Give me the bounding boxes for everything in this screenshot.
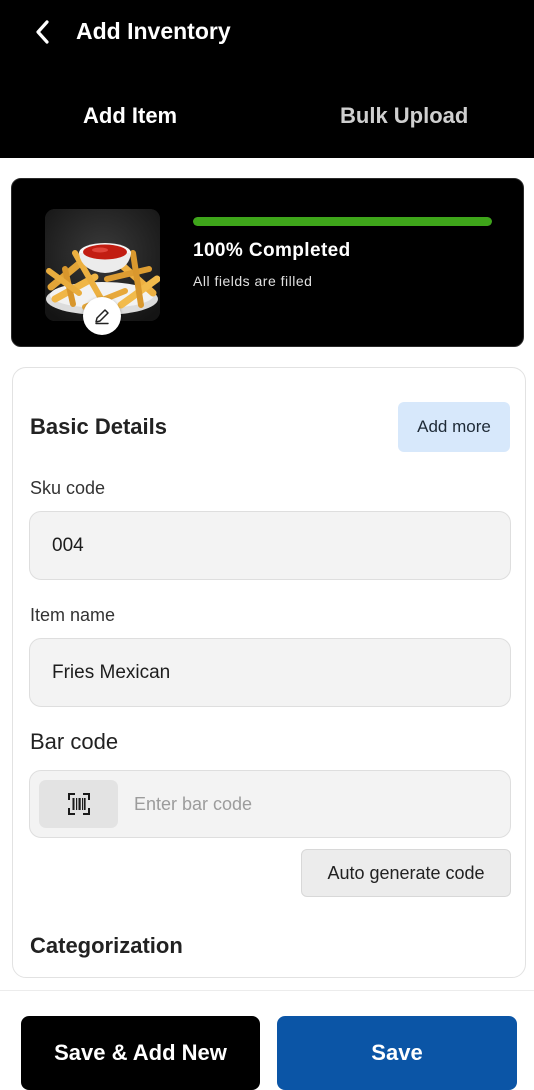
bar-code-label: Bar code [30,729,119,754]
page-title: Add Inventory [76,18,231,44]
edit-image-button[interactable] [83,297,121,335]
footer-actions: Save & Add New Save [0,990,534,1090]
tab-add-item[interactable]: Add Item [83,98,177,134]
pencil-icon [95,309,109,325]
progress-label: 100% Completed [193,240,351,261]
save-button[interactable]: Save [277,1016,517,1090]
tab-bulk-upload[interactable]: Bulk Upload [340,98,468,134]
sku-code-value: 004 [52,535,84,556]
header-bar: Add Inventory Add Item Bulk Upload [0,0,534,158]
sku-code-label: Sku code [30,478,106,498]
categorization-title: Categorization [30,933,183,958]
chevron-left-icon [36,20,49,44]
bar-code-input[interactable]: Enter bar code [134,792,252,816]
add-more-button[interactable]: Add more [398,402,510,452]
barcode-scan-icon [67,793,90,815]
barcode-scan-button[interactable] [39,780,118,828]
basic-details-card: Basic Details Add more Sku code 004 Item… [12,367,526,978]
progress-bar-fill [193,217,492,226]
item-name-value: Fries Mexican [52,662,171,683]
back-button[interactable] [26,14,60,50]
bar-code-field: Enter bar code [29,770,511,838]
auto-generate-code-button[interactable]: Auto generate code [301,849,511,897]
progress-bar [193,217,492,226]
basic-details-title: Basic Details [30,414,167,439]
app-screen: Add Inventory Add Item Bulk Upload 100% … [0,0,534,1090]
item-name-label: Item name [30,605,116,625]
progress-subtitle: All fields are filled [193,273,313,289]
sku-code-input[interactable]: 004 [29,511,511,580]
save-and-add-new-button[interactable]: Save & Add New [21,1016,260,1090]
completion-card: 100% Completed All fields are filled [11,178,524,347]
item-name-input[interactable]: Fries Mexican [29,638,511,707]
